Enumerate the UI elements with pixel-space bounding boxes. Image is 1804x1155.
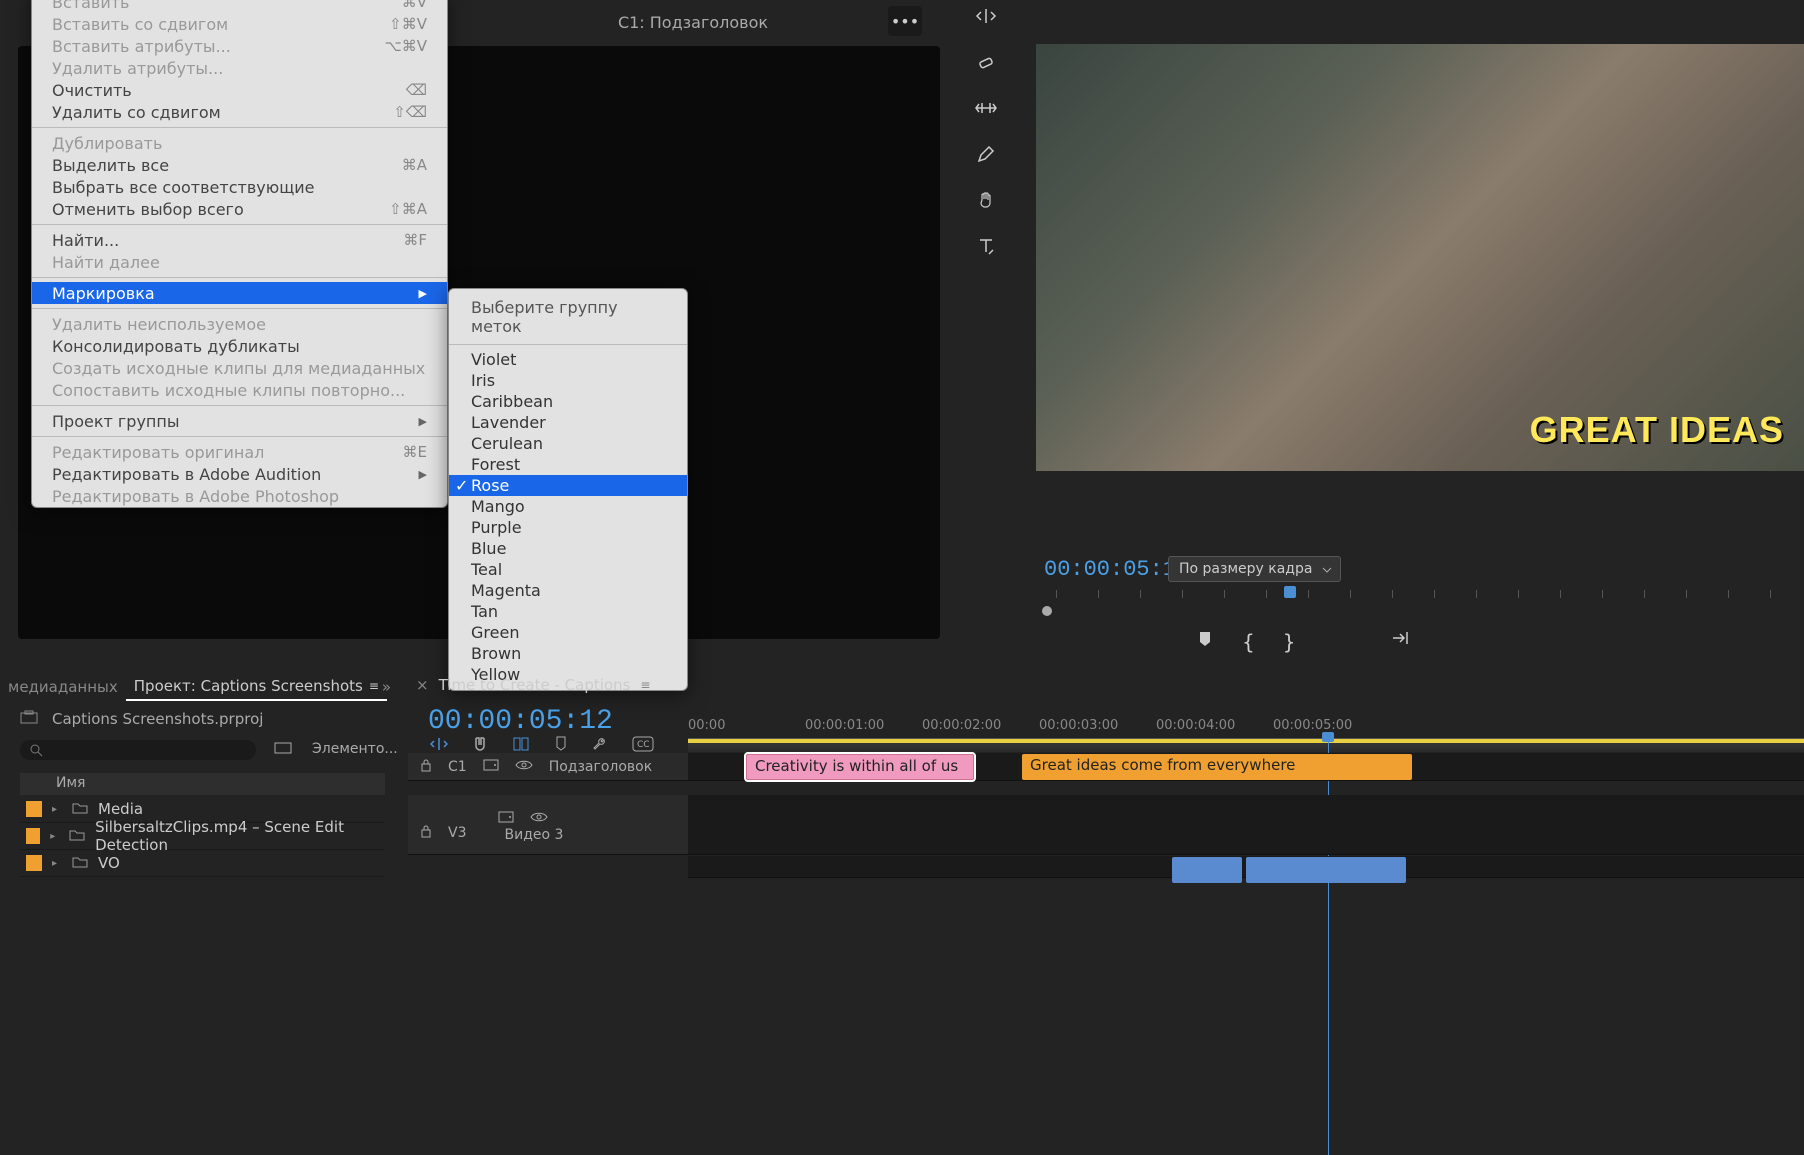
menu-item[interactable]: Редактировать в Adobe Audition▶ bbox=[32, 463, 447, 485]
menu-item: Вставить со сдвигом⇧⌘V bbox=[32, 13, 447, 35]
bracket-out-icon[interactable]: } bbox=[1283, 630, 1296, 654]
menu-item[interactable]: Выбрать все соответствующие bbox=[32, 176, 447, 198]
label-color-item[interactable]: Brown bbox=[449, 643, 687, 664]
menu-item: Вставить⌘V bbox=[32, 0, 447, 13]
lock-icon[interactable] bbox=[420, 758, 432, 776]
caption-track-header[interactable]: C1 Подзаголовок bbox=[408, 753, 688, 781]
track-id: V3 bbox=[448, 825, 466, 841]
label-color-item[interactable]: Forest bbox=[449, 454, 687, 475]
track-label: Видео 3 bbox=[504, 827, 563, 843]
type-icon[interactable] bbox=[972, 232, 1000, 260]
project-search-input[interactable] bbox=[20, 740, 256, 760]
new-bin-icon[interactable] bbox=[274, 740, 292, 758]
label-color-item[interactable]: Lavender bbox=[449, 412, 687, 433]
chevron-down-icon bbox=[1322, 567, 1332, 573]
pen-icon[interactable] bbox=[972, 140, 1000, 168]
timeline-timecode[interactable]: 00:00:05:12 bbox=[428, 706, 613, 737]
add-marker-icon[interactable] bbox=[1196, 630, 1214, 654]
title-menu-button[interactable]: ••• bbox=[888, 6, 922, 36]
label-color-item[interactable]: ✓Rose bbox=[449, 475, 687, 496]
program-scrubber[interactable] bbox=[1036, 590, 1804, 615]
menu-item: Удалить атрибуты... bbox=[32, 57, 447, 79]
search-icon bbox=[30, 744, 43, 757]
menu-item: Редактировать оригинал⌘E bbox=[32, 441, 447, 463]
menu-item[interactable]: Выделить все⌘A bbox=[32, 154, 447, 176]
media-tab[interactable]: медиаданных bbox=[0, 674, 126, 700]
label-color-item[interactable]: Purple bbox=[449, 517, 687, 538]
sequence-tab[interactable]: Time to Create - Captions bbox=[439, 676, 631, 694]
project-filename: Captions Screenshots.prproj bbox=[52, 710, 263, 728]
video-clip[interactable] bbox=[1246, 857, 1406, 883]
menu-item[interactable]: Удалить со сдвигом⇧⌫ bbox=[32, 101, 447, 123]
video-track-header[interactable]: V3 Видео 3 bbox=[408, 795, 688, 855]
edit-context-menu[interactable]: Вставить⌘VВставить со сдвигом⇧⌘VВставить… bbox=[31, 0, 448, 508]
bin-icon bbox=[20, 710, 38, 728]
stretch-icon[interactable] bbox=[972, 94, 1000, 122]
lock-icon[interactable] bbox=[420, 824, 432, 842]
svg-text:CC: CC bbox=[637, 740, 650, 750]
label-color-item[interactable]: Tan bbox=[449, 601, 687, 622]
label-color-item[interactable]: Cerulean bbox=[449, 433, 687, 454]
project-bin-row[interactable]: ▸SilbersaltzClips.mp4 – Scene Edit Detec… bbox=[20, 823, 385, 850]
menu-item: Дублировать bbox=[32, 132, 447, 154]
menu-item: Найти далее bbox=[32, 251, 447, 273]
label-color-item[interactable]: Mango bbox=[449, 496, 687, 517]
eraser-icon[interactable] bbox=[972, 48, 1000, 76]
caption-track-lane[interactable]: Creativity is within all of us Great ide… bbox=[688, 753, 1804, 781]
label-color-item[interactable]: Blue bbox=[449, 538, 687, 559]
label-submenu[interactable]: Выберите группу меток VioletIrisCaribbea… bbox=[448, 288, 688, 691]
label-color-item[interactable]: Magenta bbox=[449, 580, 687, 601]
ripple-trim-icon[interactable] bbox=[972, 2, 1000, 30]
label-color-item[interactable]: Caribbean bbox=[449, 391, 687, 412]
video-track-lane[interactable] bbox=[688, 795, 1804, 855]
fit-dropdown[interactable]: По размеру кадра bbox=[1168, 556, 1341, 582]
bracket-in-icon[interactable]: { bbox=[1242, 630, 1255, 654]
menu-item: Редактировать в Adobe Photoshop bbox=[32, 485, 447, 507]
menu-item: Удалить неиспользуемое bbox=[32, 313, 447, 335]
sequence-title: С1: Подзаголовок bbox=[446, 0, 940, 44]
video-caption-overlay: GREAT IDEAS bbox=[1530, 409, 1784, 451]
label-color-item[interactable]: Iris bbox=[449, 370, 687, 391]
menu-item[interactable]: Найти...⌘F bbox=[32, 229, 447, 251]
timeline-ruler-bar[interactable] bbox=[688, 738, 1804, 752]
element-count: Элементо... bbox=[312, 741, 398, 757]
expand-panel-icon[interactable]: » bbox=[382, 678, 391, 696]
project-tabs[interactable]: медиаданных Проект: Captions Screenshots… bbox=[0, 672, 405, 702]
source-patch-icon[interactable] bbox=[498, 811, 514, 827]
project-tab-active[interactable]: Проект: Captions Screenshots≡ bbox=[126, 673, 387, 701]
track-label: Подзаголовок bbox=[549, 759, 653, 775]
source-patch-icon[interactable] bbox=[483, 759, 499, 775]
menu-item[interactable]: Маркировка▶ bbox=[32, 282, 447, 304]
project-column-header[interactable]: Имя bbox=[20, 773, 385, 795]
hand-icon[interactable] bbox=[972, 186, 1000, 214]
program-monitor[interactable]: GREAT IDEAS bbox=[1036, 44, 1804, 471]
menu-item[interactable]: Проект группы▶ bbox=[32, 410, 447, 432]
caption-clip-1[interactable]: Creativity is within all of us bbox=[746, 754, 974, 780]
label-color-item[interactable]: Teal bbox=[449, 559, 687, 580]
video-track-v2-lane[interactable] bbox=[688, 856, 1804, 878]
menu-item[interactable]: Очистить⌫ bbox=[32, 79, 447, 101]
eye-icon[interactable] bbox=[515, 759, 533, 775]
menu-item: Вставить атрибуты...⌥⌘V bbox=[32, 35, 447, 57]
close-sequence-icon[interactable]: × bbox=[416, 676, 429, 694]
submenu-header: Выберите группу меток bbox=[449, 294, 687, 340]
video-clip[interactable] bbox=[1172, 857, 1242, 883]
menu-item: Сопоставить исходные клипы повторно... bbox=[32, 379, 447, 401]
menu-item[interactable]: Отменить выбор всего⇧⌘A bbox=[32, 198, 447, 220]
menu-item[interactable]: Консолидировать дубликаты bbox=[32, 335, 447, 357]
label-color-item[interactable]: Violet bbox=[449, 349, 687, 370]
eye-icon[interactable] bbox=[530, 811, 548, 827]
label-color-item[interactable]: Green bbox=[449, 622, 687, 643]
track-id: C1 bbox=[448, 759, 467, 775]
project-bin-row[interactable]: ▸VO bbox=[20, 850, 385, 877]
go-to-in-icon[interactable] bbox=[1391, 630, 1411, 654]
caption-clip-2[interactable]: Great ideas come from everywhere bbox=[1022, 754, 1412, 780]
menu-item: Создать исходные клипы для медиаданных bbox=[32, 357, 447, 379]
